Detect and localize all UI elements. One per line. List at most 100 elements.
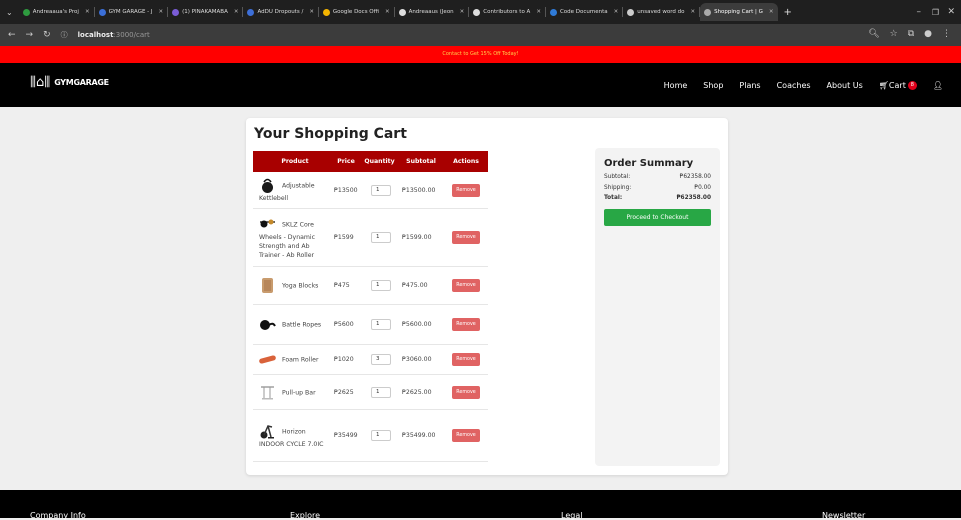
site-logo[interactable]: ⫼⌂⫼ GYMGARAGE bbox=[30, 75, 109, 90]
browser-tab-label: Shopping Cart | G bbox=[714, 9, 763, 15]
tab-close-icon[interactable]: ✕ bbox=[85, 9, 90, 15]
nav-shop[interactable]: Shop bbox=[703, 81, 723, 90]
actions-cell: Remove bbox=[444, 385, 488, 399]
tab-close-icon[interactable]: ✕ bbox=[159, 9, 164, 15]
checkout-button[interactable]: Proceed to Checkout bbox=[604, 208, 711, 226]
quantity-input[interactable]: 1 bbox=[371, 232, 391, 243]
garage-logo-icon: ⫼⌂⫼ bbox=[30, 75, 51, 90]
promo-banner[interactable]: Contact to Get 15% Off Today! bbox=[0, 46, 961, 63]
cart-row: Foam Roller ₱1020 3 ₱3060.00 Remove bbox=[253, 345, 488, 375]
nav-coaches[interactable]: Coaches bbox=[777, 81, 811, 90]
product-cell[interactable]: Pull-up Bar bbox=[253, 380, 331, 405]
tab-close-icon[interactable]: ✕ bbox=[536, 9, 541, 15]
actions-cell: Remove bbox=[444, 279, 488, 292]
browser-tab[interactable]: Code Documenta ✕ bbox=[546, 3, 622, 21]
nav-home[interactable]: Home bbox=[664, 81, 688, 90]
browser-tab[interactable]: Shopping Cart | G ✕ bbox=[700, 3, 778, 21]
browser-tab-label: unsaved word do bbox=[637, 9, 685, 15]
tab-list-icon[interactable]: ⌄ bbox=[6, 8, 13, 17]
summary-total-line: Total: ₱62358.00 bbox=[604, 195, 711, 206]
tab-close-icon[interactable]: ✕ bbox=[234, 9, 239, 15]
quantity-cell: 1 bbox=[361, 280, 398, 291]
actions-cell: Remove bbox=[444, 183, 488, 197]
bookmark-star-icon[interactable]: ☆ bbox=[890, 29, 898, 39]
ab-roller-icon bbox=[259, 216, 276, 233]
new-tab-button[interactable]: + bbox=[784, 7, 792, 18]
restore-button[interactable]: ❐ bbox=[932, 8, 939, 17]
remove-button[interactable]: Remove bbox=[452, 318, 480, 331]
tab-close-icon[interactable]: ✕ bbox=[769, 9, 774, 15]
quantity-input[interactable]: 1 bbox=[371, 430, 391, 441]
extensions-icon[interactable]: ⧉ bbox=[908, 29, 914, 39]
browser-tab[interactable]: AdDU Dropouts / ✕ bbox=[243, 3, 317, 21]
tab-favicon-icon bbox=[322, 8, 330, 16]
product-cell[interactable]: Yoga Blocks bbox=[253, 273, 331, 298]
user-icon[interactable]: 👤︎ bbox=[933, 81, 943, 90]
quantity-input[interactable]: 1 bbox=[371, 319, 391, 330]
browser-tab-label: GYM GARAGE - J bbox=[108, 9, 153, 15]
product-cell[interactable]: SKLZ Core Wheels - Dynamic Strength and … bbox=[253, 212, 331, 264]
product-cell[interactable]: Battle Ropes bbox=[253, 312, 331, 337]
actions-cell: Remove bbox=[444, 353, 488, 366]
nav-cart-label: Cart bbox=[888, 80, 906, 90]
product-subtotal: ₱475.00 bbox=[402, 282, 428, 289]
indoor-cycle-icon bbox=[259, 423, 276, 440]
url-field[interactable]: localhost:3000/cart bbox=[78, 31, 150, 39]
browser-tab[interactable]: Google Docs Offi ✕ bbox=[319, 3, 394, 21]
quantity-cell: 1 bbox=[361, 184, 398, 196]
browser-tab[interactable]: Contributors to A ✕ bbox=[469, 3, 545, 21]
quantity-input[interactable]: 1 bbox=[371, 386, 391, 398]
browser-tab[interactable]: (1) PINAKAMABA ✕ bbox=[168, 3, 242, 21]
browser-tab-label: Andreaaua's Proj bbox=[32, 9, 79, 15]
profile-icon[interactable]: ● bbox=[924, 29, 932, 39]
browser-tab-label: Google Docs Offi bbox=[332, 9, 379, 15]
tab-favicon-icon bbox=[98, 8, 106, 16]
nav-cart[interactable]: 🛒︎Cart 8 bbox=[879, 80, 917, 90]
browser-tab[interactable]: GYM GARAGE - J ✕ bbox=[95, 3, 168, 21]
order-summary: Order Summary Subtotal: ₱62358.00 Shippin… bbox=[595, 148, 720, 466]
tab-close-icon[interactable]: ✕ bbox=[690, 9, 695, 15]
quantity-input[interactable]: 3 bbox=[371, 354, 391, 365]
browser-tab[interactable]: Andreaaua's Proj ✕ bbox=[19, 3, 94, 21]
remove-button[interactable]: Remove bbox=[452, 429, 480, 442]
remove-button[interactable]: Remove bbox=[452, 385, 480, 399]
browser-tab[interactable]: Andreaaus (Jeon ✕ bbox=[395, 3, 469, 21]
logo-text: GYMGARAGE bbox=[54, 78, 109, 87]
promo-text[interactable]: Contact to Get 15% Off Today! bbox=[442, 51, 518, 57]
product-cell[interactable]: Horizon INDOOR CYCLE 7.0IC bbox=[253, 419, 331, 453]
summary-title: Order Summary bbox=[604, 158, 694, 169]
product-cell[interactable]: Foam Roller bbox=[253, 347, 331, 372]
minimize-button[interactable]: – bbox=[917, 7, 922, 17]
zoom-icon[interactable]: 🔍︎ bbox=[868, 29, 879, 39]
close-window-button[interactable]: ✕ bbox=[947, 7, 955, 17]
tab-favicon-icon bbox=[704, 8, 712, 16]
nav-plans[interactable]: Plans bbox=[739, 81, 760, 90]
tab-close-icon[interactable]: ✕ bbox=[614, 9, 619, 15]
quantity-input[interactable]: 1 bbox=[371, 280, 391, 291]
product-subtotal: ₱13500.00 bbox=[402, 186, 436, 194]
tab-close-icon[interactable]: ✕ bbox=[385, 9, 390, 15]
remove-button[interactable]: Remove bbox=[452, 353, 480, 366]
main-nav: Home Shop Plans Coaches About Us 🛒︎Cart 8… bbox=[664, 63, 943, 107]
reload-icon[interactable]: ↻ bbox=[43, 30, 51, 40]
tab-close-icon[interactable]: ✕ bbox=[460, 9, 465, 15]
browser-tab-bar: ⌄ Andreaaua's Proj ✕ GYM GARAGE - J ✕ (1) PI… bbox=[0, 0, 961, 24]
site-info-icon[interactable]: ⓘ bbox=[61, 30, 68, 40]
browser-tab[interactable]: unsaved word do ✕ bbox=[623, 3, 699, 21]
browser-menu-icon[interactable]: ⋮ bbox=[942, 29, 951, 39]
product-subtotal: ₱2625.00 bbox=[402, 388, 432, 396]
summary-shipping-line: Shipping: ₱0.00 bbox=[604, 185, 711, 196]
quantity-input[interactable]: 1 bbox=[371, 184, 391, 196]
nav-about-us[interactable]: About Us bbox=[827, 81, 863, 90]
product-subtotal: ₱5600.00 bbox=[402, 321, 432, 328]
back-icon[interactable]: ← bbox=[8, 30, 16, 40]
footer-legal: Legal bbox=[561, 511, 583, 520]
remove-button[interactable]: Remove bbox=[452, 183, 480, 197]
product-cell[interactable]: Adjustable Kettlebell bbox=[253, 173, 331, 207]
cart-row: Battle Ropes ₱5600 1 ₱5600.00 Remove bbox=[253, 305, 488, 345]
tab-close-icon[interactable]: ✕ bbox=[309, 9, 314, 15]
forward-icon[interactable]: → bbox=[26, 30, 34, 40]
remove-button[interactable]: Remove bbox=[452, 279, 480, 292]
remove-button[interactable]: Remove bbox=[452, 231, 480, 244]
header-subtotal: Subtotal bbox=[406, 158, 436, 165]
